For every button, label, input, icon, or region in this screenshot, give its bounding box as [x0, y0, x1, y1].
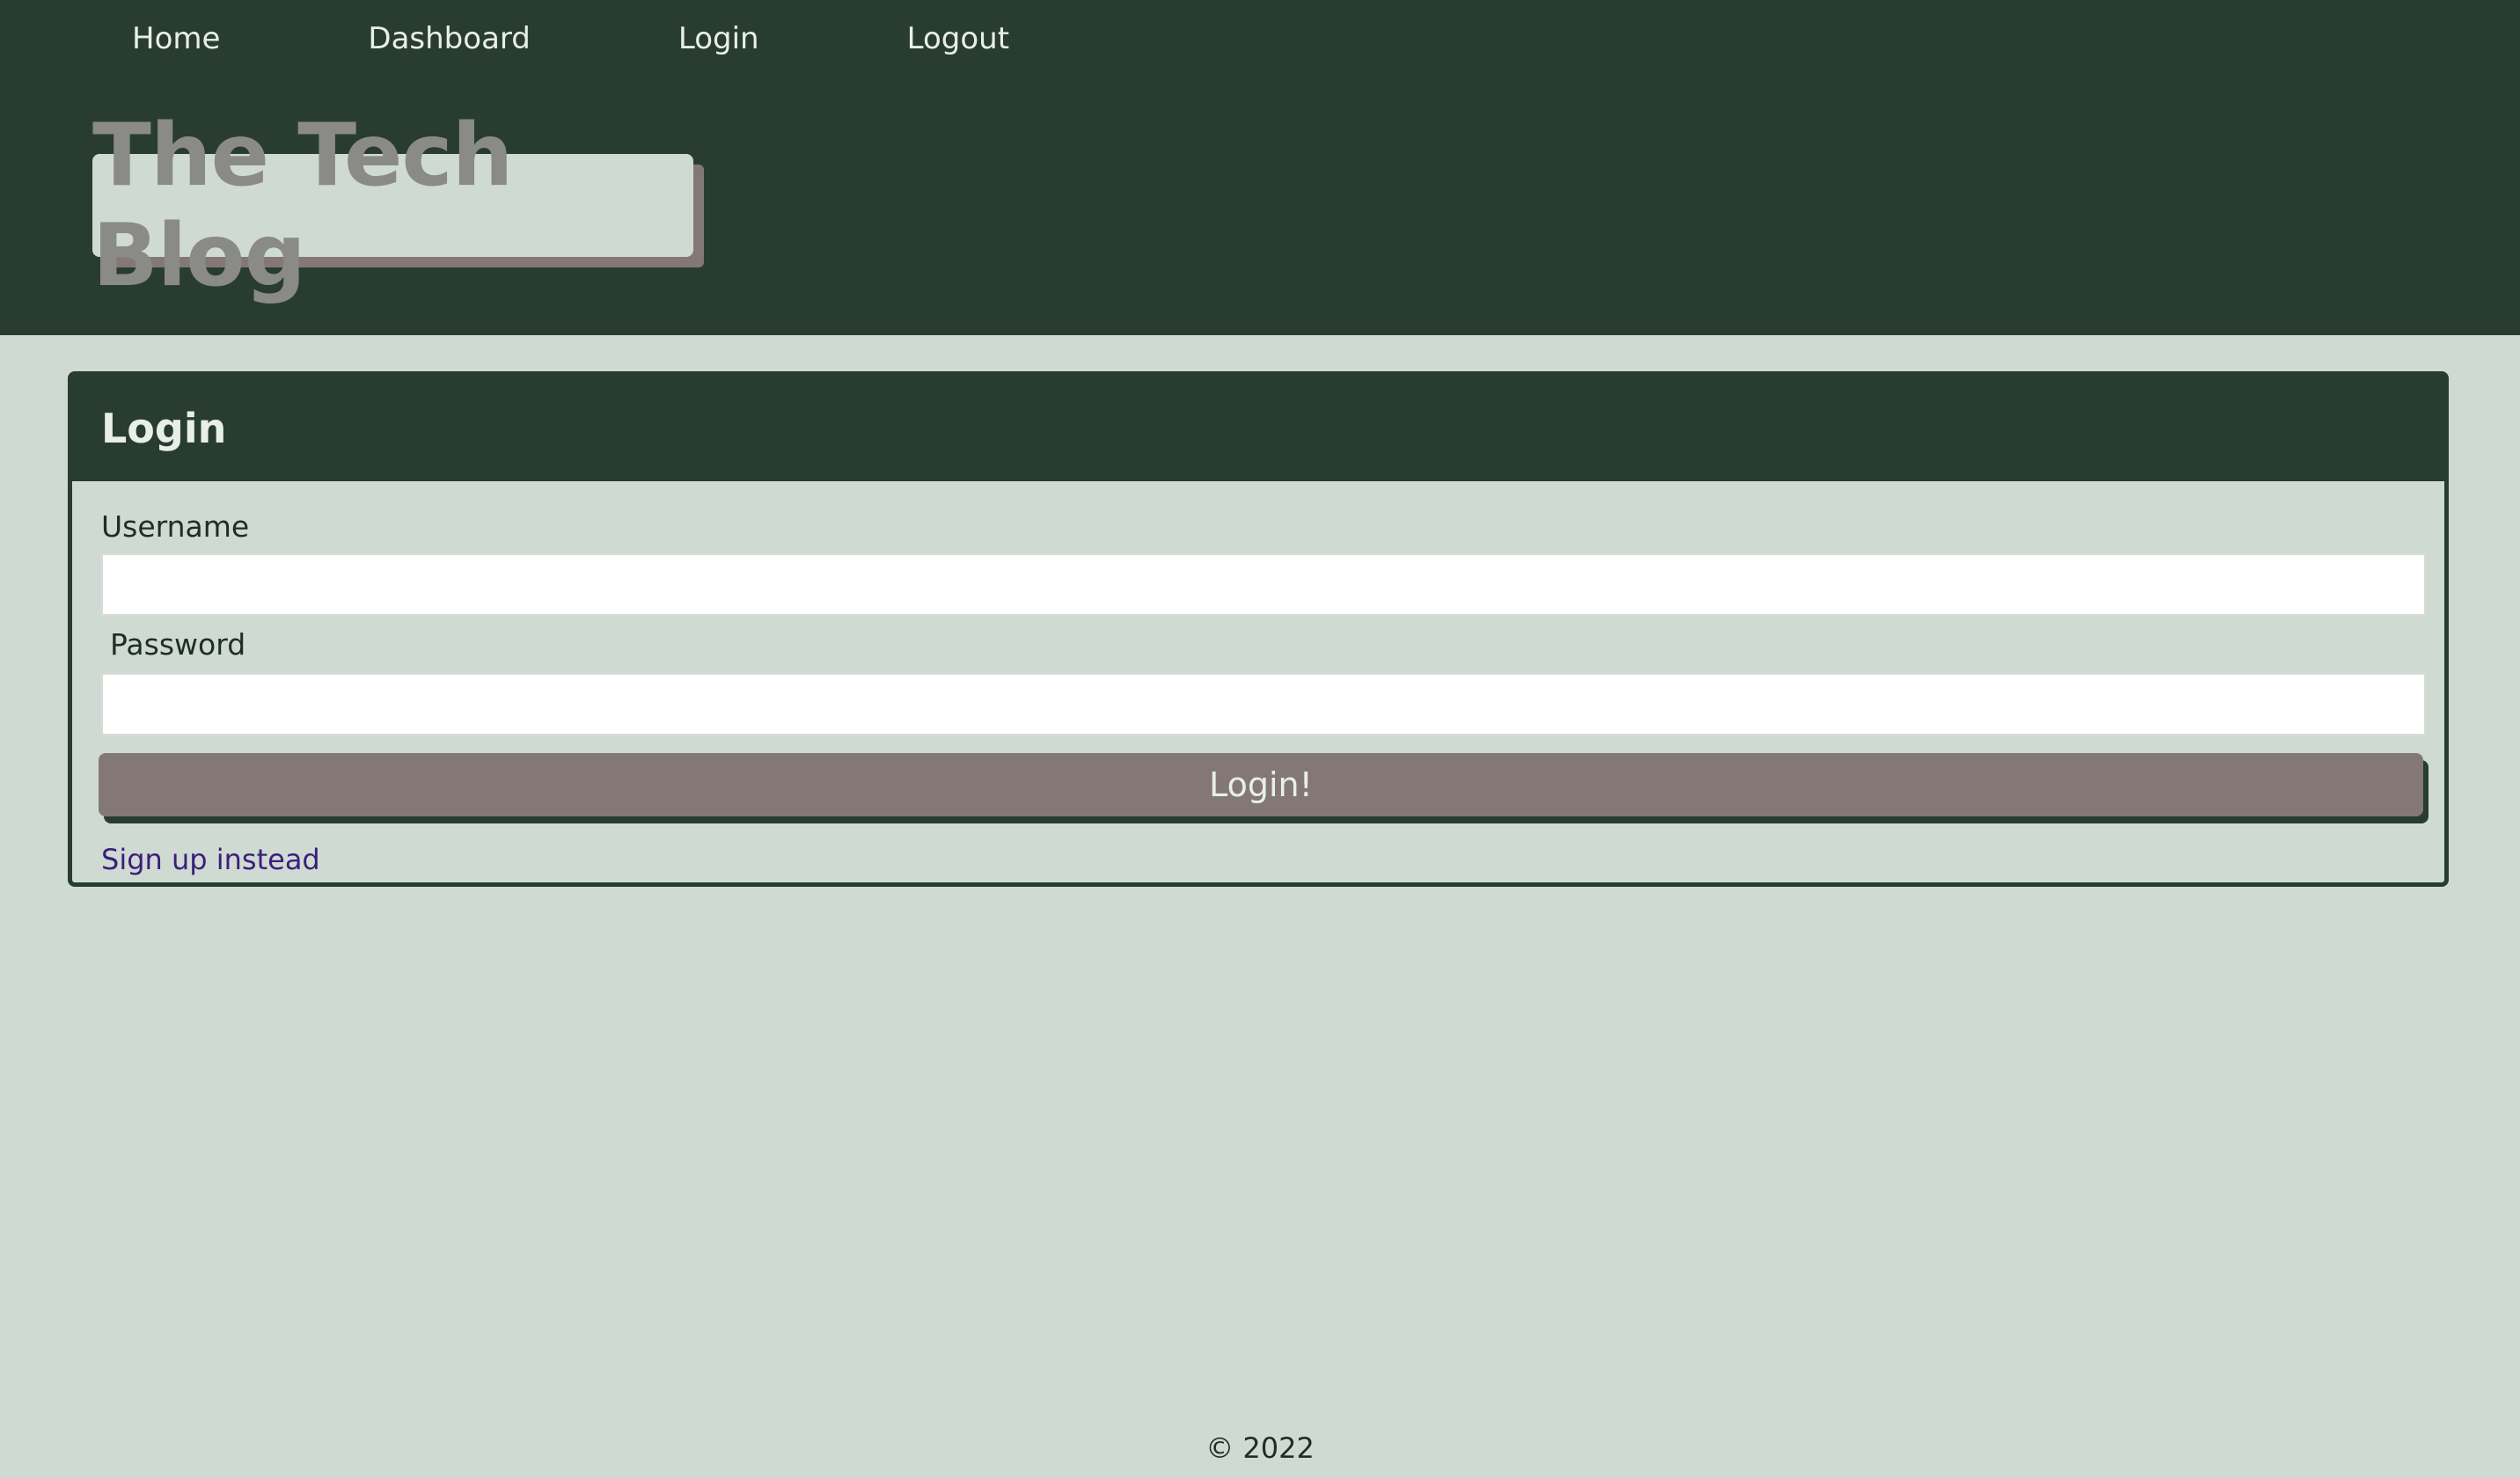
nav-home[interactable]: Home — [132, 16, 220, 62]
login-card: Login Username Password Login! Sign up i… — [68, 371, 2449, 887]
signup-link[interactable]: Sign up instead — [101, 842, 320, 877]
login-title: Login — [101, 405, 227, 452]
site-header: Home Dashboard Login Logout The Tech Blo… — [0, 0, 2520, 335]
site-title: The Tech Blog — [92, 106, 693, 306]
nav-logout[interactable]: Logout — [907, 16, 1009, 62]
login-button[interactable]: Login! — [99, 753, 2423, 816]
nav-login[interactable]: Login — [678, 16, 759, 62]
site-brand: The Tech Blog — [92, 106, 704, 306]
password-label: Password — [110, 627, 246, 662]
username-input[interactable] — [101, 553, 2426, 616]
password-input[interactable] — [101, 673, 2426, 735]
nav-dashboard[interactable]: Dashboard — [368, 16, 530, 62]
login-button-wrap: Login! — [99, 753, 2430, 823]
username-label: Username — [101, 509, 250, 544]
login-card-header: Login — [72, 376, 2444, 481]
site-footer: © 2022 — [1205, 1431, 1315, 1465]
primary-nav: Home Dashboard Login Logout — [132, 16, 1009, 62]
